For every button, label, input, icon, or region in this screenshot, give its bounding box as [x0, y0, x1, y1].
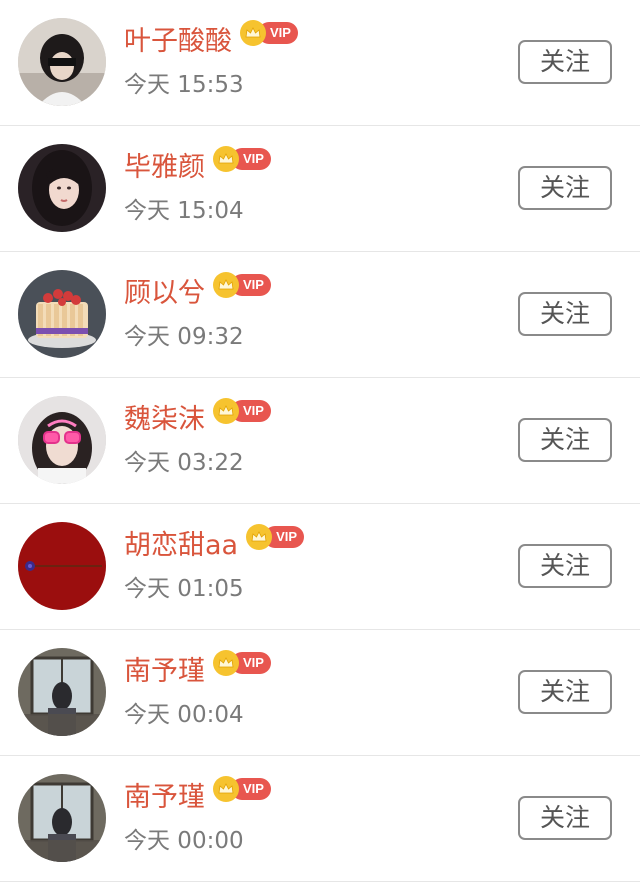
avatar[interactable] — [18, 270, 106, 358]
crown-icon — [213, 650, 239, 676]
name-line: 毕雅颜 VIP — [124, 146, 271, 188]
vip-badge: VIP — [213, 398, 271, 424]
follow-time: 今天 15:04 — [124, 198, 244, 224]
follower-list: 叶子酸酸 VIP 今天 15:53 关注 毕雅颜 VIP 今天 15:04 关注… — [0, 0, 640, 882]
list-item[interactable]: 毕雅颜 VIP 今天 15:04 关注 — [0, 126, 640, 252]
window-girl-avatar — [18, 648, 106, 736]
list-item[interactable]: 胡恋甜aa VIP 今天 01:05 关注 — [0, 504, 640, 630]
girl-mask-avatar — [18, 18, 106, 106]
name-line: 顾以兮 VIP — [124, 272, 271, 314]
follow-button[interactable]: 关注 — [518, 40, 612, 84]
follow-time: 今天 00:00 — [124, 828, 244, 854]
vip-badge: VIP — [213, 776, 271, 802]
avatar[interactable] — [18, 18, 106, 106]
list-item[interactable]: 顾以兮 VIP 今天 09:32 关注 — [0, 252, 640, 378]
follow-time: 今天 01:05 — [124, 576, 244, 602]
user-name[interactable]: 胡恋甜aa — [124, 526, 238, 566]
name-line: 胡恋甜aa VIP — [124, 524, 305, 566]
user-name[interactable]: 南予瑾 — [124, 652, 205, 692]
follow-button[interactable]: 关注 — [518, 544, 612, 588]
vip-badge: VIP — [213, 146, 271, 172]
list-item[interactable]: 南予瑾 VIP 今天 00:04 关注 — [0, 630, 640, 756]
vip-badge: VIP — [240, 20, 298, 46]
follow-button[interactable]: 关注 — [518, 292, 612, 336]
name-line: 魏柒沫 VIP — [124, 398, 271, 440]
follow-time: 今天 03:22 — [124, 450, 244, 476]
user-name[interactable]: 南予瑾 — [124, 778, 205, 818]
follow-time: 今天 09:32 — [124, 324, 244, 350]
window-girl-avatar — [18, 774, 106, 862]
follow-time: 今天 15:53 — [124, 72, 244, 98]
avatar[interactable] — [18, 144, 106, 232]
crown-icon — [240, 20, 266, 46]
follow-button[interactable]: 关注 — [518, 796, 612, 840]
name-line: 南予瑾 VIP — [124, 650, 271, 692]
crown-icon — [213, 398, 239, 424]
list-item[interactable]: 南予瑾 VIP 今天 00:00 关注 — [0, 756, 640, 882]
follow-button[interactable]: 关注 — [518, 166, 612, 210]
list-item[interactable]: 魏柒沫 VIP 今天 03:22 关注 — [0, 378, 640, 504]
avatar[interactable] — [18, 522, 106, 610]
user-name[interactable]: 顾以兮 — [124, 274, 205, 314]
crown-icon — [213, 146, 239, 172]
crown-icon — [246, 524, 273, 550]
list-item[interactable]: 叶子酸酸 VIP 今天 15:53 关注 — [0, 0, 640, 126]
user-name[interactable]: 魏柒沫 — [124, 400, 205, 440]
red-rose-avatar — [18, 522, 106, 610]
user-name[interactable]: 毕雅颜 — [124, 148, 205, 188]
follow-button[interactable]: 关注 — [518, 418, 612, 462]
cake-avatar — [18, 270, 106, 358]
crown-icon — [213, 272, 239, 298]
girl-glasses-avatar — [18, 396, 106, 484]
avatar[interactable] — [18, 648, 106, 736]
user-name[interactable]: 叶子酸酸 — [124, 22, 232, 62]
follow-time: 今天 00:04 — [124, 702, 244, 728]
avatar[interactable] — [18, 396, 106, 484]
girl-portrait-avatar — [18, 144, 106, 232]
vip-badge: VIP — [246, 524, 305, 550]
vip-badge: VIP — [213, 272, 271, 298]
vip-badge: VIP — [213, 650, 271, 676]
avatar[interactable] — [18, 774, 106, 862]
name-line: 南予瑾 VIP — [124, 776, 271, 818]
follow-button[interactable]: 关注 — [518, 670, 612, 714]
name-line: 叶子酸酸 VIP — [124, 20, 298, 62]
crown-icon — [213, 776, 239, 802]
